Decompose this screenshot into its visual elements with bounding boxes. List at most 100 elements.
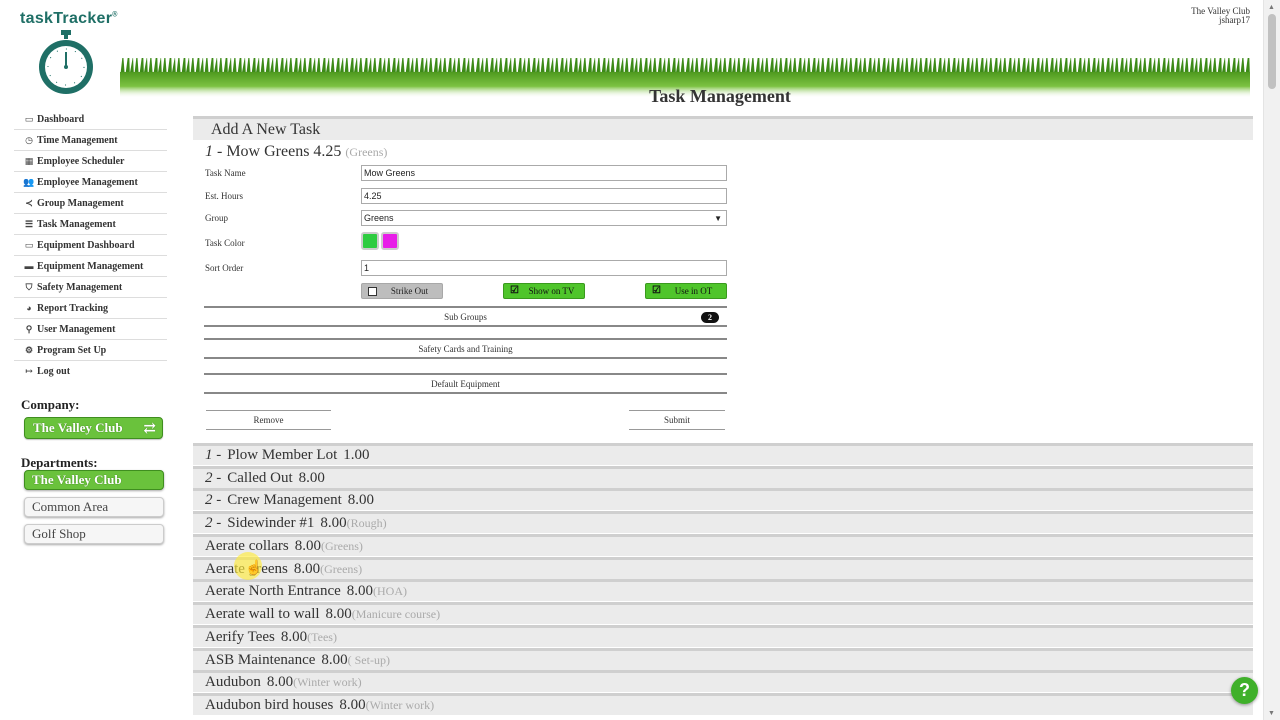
monitor-icon: ▭ [24, 113, 34, 124]
clock-icon: ◷ [25, 134, 33, 145]
sidebar-item-employee-management[interactable]: 👥 Employee Management [14, 172, 167, 193]
user-plus-icon: ⚲ [25, 323, 33, 334]
task-row[interactable]: 1 - Plow Member Lot 1.00 [193, 443, 1253, 465]
task-group: (Winter work) [365, 698, 435, 712]
sidebar-item-report-tracking[interactable]: ◕ Report Tracking [14, 298, 167, 319]
monitor-icon: ▭ [24, 239, 34, 250]
sidebar-item-dashboard[interactable]: ▭ Dashboard [14, 109, 167, 130]
task-hours: 8.00 [346, 583, 374, 599]
task-name: Aerate North Entrance [205, 583, 341, 599]
sidebar-item-label: Log out [37, 366, 71, 377]
sidebar-item-label: User Management [37, 323, 116, 335]
company-switch-button[interactable]: The Valley Club ⇄ [24, 417, 163, 439]
sidebar-item-time-management[interactable]: ◷ Time Management [14, 130, 167, 151]
safety-cards-section[interactable]: Safety Cards and Training [204, 338, 727, 359]
page-title: Task Management [649, 86, 791, 106]
department-button-the-valley-club[interactable]: The Valley Club [24, 470, 164, 490]
hand-pointer-icon: ☝ [245, 561, 263, 576]
editing-task-header[interactable]: 1 - Mow Greens 4.25 (Greens) [205, 143, 387, 161]
sidebar-item-task-management[interactable]: ☰ Task Management [14, 214, 167, 235]
sub-groups-count-badge: 2 [701, 312, 719, 323]
task-hours: 4.25 [313, 143, 342, 160]
sidebar-item-label: Employee Management [37, 176, 138, 188]
task-row[interactable]: Aerate greens 8.00 (Greens) [193, 557, 1253, 579]
sidebar-item-employee-scheduler[interactable]: ▦ Employee Scheduler [14, 151, 167, 172]
safety-cards-label: Safety Cards and Training [418, 343, 513, 354]
group-label: Group [205, 213, 228, 223]
task-row[interactable]: 2 - Called Out 8.00 [193, 466, 1253, 488]
task-name: Mow Greens [226, 143, 310, 160]
task-group: (Greens) [320, 539, 363, 553]
calendar-icon: ▦ [24, 155, 34, 166]
company-label: Company: [21, 397, 80, 412]
task-name: Audubon [205, 674, 261, 690]
task-row[interactable]: Audubon 8.00 (Winter work) [193, 670, 1253, 692]
color-swatch-magenta[interactable] [381, 232, 399, 250]
strike-out-toggle[interactable]: Strike Out [361, 283, 443, 299]
sidebar-item-log-out[interactable]: ↦ Log out [14, 361, 167, 382]
strike-out-label: Strike Out [390, 286, 429, 296]
task-row[interactable]: ASB Maintenance 8.00( Set-up) [193, 648, 1253, 670]
default-equipment-section[interactable]: Default Equipment [204, 373, 727, 394]
task-name: Plow Member Lot [227, 447, 338, 463]
task-name: ASB Maintenance [205, 652, 316, 668]
task-row[interactable]: Aerate collars 8.00 (Greens) [193, 534, 1253, 556]
sub-groups-section[interactable]: Sub Groups 2 [204, 306, 727, 327]
sidebar-item-equipment-management[interactable]: ▬ Equipment Management [14, 256, 167, 277]
task-row[interactable]: 2 - Crew Management 8.00 [193, 488, 1253, 510]
app-logo[interactable]: taskTracker® [20, 10, 118, 28]
task-row[interactable]: Aerate North Entrance 8.00 (HOA) [193, 579, 1253, 601]
task-name-input[interactable]: Mow Greens [361, 165, 727, 181]
task-row[interactable]: 2 - Sidewinder #1 8.00 (Rough) [193, 511, 1253, 533]
sidebar-item-label: Task Management [37, 218, 116, 230]
checkbox-empty-icon [368, 286, 377, 296]
share-icon: ≺ [25, 197, 33, 208]
scrollbar[interactable]: ▲ ▼ [1263, 0, 1280, 720]
use-in-ot-label: Use in OT [674, 286, 713, 296]
task-row[interactable]: Audubon bird houses 8.00 (Winter work) [193, 693, 1253, 715]
pie-chart-icon: ◕ [26, 303, 32, 313]
use-in-ot-toggle[interactable]: ☑ Use in OT [645, 283, 727, 299]
color-swatch-green[interactable] [361, 232, 379, 250]
scroll-up-arrow-icon[interactable]: ▲ [1268, 3, 1275, 11]
scrollbar-thumb[interactable] [1268, 14, 1276, 89]
stopwatch-icon [39, 30, 93, 94]
task-hours: 8.00 [339, 697, 366, 713]
task-hours: 8.00 [280, 629, 308, 645]
task-number: 1 - [205, 143, 223, 160]
shield-icon: ⛉ [25, 281, 33, 292]
task-number: 2 - [205, 492, 222, 508]
group-select[interactable]: Greens ▼ [361, 210, 727, 226]
sidebar-item-label: Program Set Up [37, 344, 107, 356]
sidebar-item-program-set-up[interactable]: ⚙ Program Set Up [14, 340, 167, 361]
help-button[interactable]: ? [1231, 677, 1258, 704]
add-new-task-bar[interactable]: Add A New Task [193, 116, 1253, 140]
task-group: (Manicure course) [351, 607, 441, 621]
scroll-down-arrow-icon[interactable]: ▼ [1268, 709, 1275, 717]
task-row[interactable]: Aerify Tees 8.00 (Tees) [193, 625, 1253, 647]
task-row[interactable]: Aerate wall to wall 8.00 (Manicure course) [193, 602, 1253, 624]
remove-button[interactable]: Remove [206, 410, 331, 430]
sidebar-item-safety-management[interactable]: ⛉ Safety Management [14, 277, 167, 298]
task-name: Aerate wall to wall [205, 606, 320, 622]
truck-icon: ▬ [24, 261, 34, 271]
sidebar-item-group-management[interactable]: ≺ Group Management [14, 193, 167, 214]
show-on-tv-toggle[interactable]: ☑ Show on TV [503, 283, 585, 299]
sidebar-item-user-management[interactable]: ⚲ User Management [14, 319, 167, 340]
sort-order-label: Sort Order [205, 263, 244, 273]
sub-groups-label: Sub Groups [444, 311, 487, 322]
task-number: 1 - [205, 447, 222, 463]
sidebar-item-label: Report Tracking [37, 302, 109, 314]
sort-order-input[interactable]: 1 [361, 260, 727, 276]
sidebar-item-equipment-dashboard[interactable]: ▭ Equipment Dashboard [14, 235, 167, 256]
task-group: (Winter work) [293, 675, 362, 689]
switch-arrows-icon: ⇄ [143, 420, 156, 437]
task-number: 2 - [205, 470, 222, 486]
user-info: The Valley Club jsharp17 [1191, 7, 1250, 25]
est-hours-input[interactable]: 4.25 [361, 188, 727, 204]
task-hours: 8.00 [347, 492, 375, 508]
department-button-common-area[interactable]: Common Area [24, 497, 164, 517]
submit-button[interactable]: Submit [629, 410, 725, 430]
department-button-golf-shop[interactable]: Golf Shop [24, 524, 164, 544]
company-name: The Valley Club [33, 420, 123, 435]
